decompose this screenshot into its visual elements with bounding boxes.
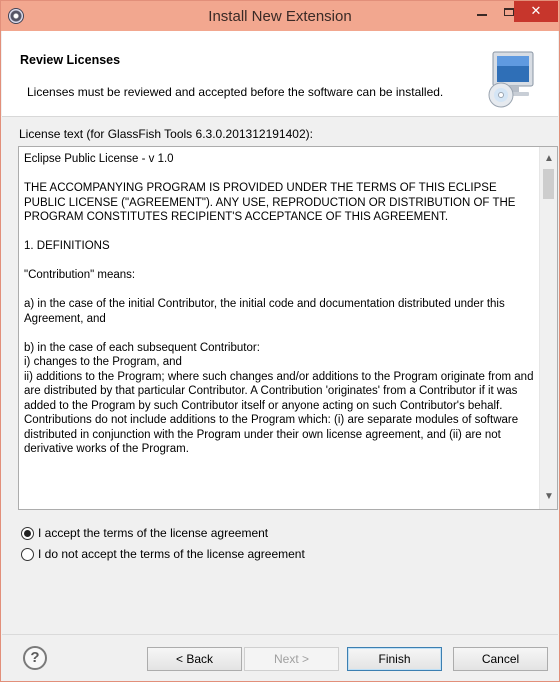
minimize-button[interactable] [468, 1, 495, 22]
decline-license-option[interactable]: I do not accept the terms of the license… [21, 546, 305, 562]
accept-radio-button[interactable] [21, 526, 34, 540]
finish-button[interactable]: Finish [347, 647, 442, 671]
license-text-label: License text (for GlassFish Tools 6.3.0.… [19, 127, 313, 141]
computer-cd-icon [488, 51, 534, 108]
wizard-header: Review Licenses Licenses must be reviewe… [2, 31, 558, 117]
help-button[interactable]: ? [23, 646, 47, 670]
accept-label: I accept the terms of the license agreem… [38, 526, 269, 540]
maximize-icon [503, 8, 514, 16]
cancel-button[interactable]: Cancel [453, 647, 548, 671]
footer-divider [2, 634, 558, 635]
install-extension-dialog: Install New Extension ✕ Review Licenses … [0, 0, 560, 682]
minimize-icon [476, 14, 487, 16]
next-button[interactable]: Next > [244, 647, 339, 671]
close-icon: ✕ [530, 3, 542, 18]
accept-license-option[interactable]: I accept the terms of the license agreem… [21, 525, 268, 541]
decline-radio-button[interactable] [21, 547, 34, 561]
license-text-area[interactable]: Eclipse Public License - v 1.0 THE ACCOM… [18, 146, 558, 510]
page-title: Review Licenses [20, 53, 121, 67]
back-button[interactable]: < Back [147, 647, 242, 671]
scroll-up-arrow-icon[interactable]: ▲ [540, 150, 558, 168]
title-bar[interactable]: Install New Extension ✕ [1, 1, 559, 31]
decline-label: I do not accept the terms of the license… [38, 547, 305, 561]
scroll-thumb[interactable] [543, 169, 554, 199]
page-description: Licenses must be reviewed and accepted b… [27, 85, 444, 99]
close-button[interactable]: ✕ [514, 1, 558, 22]
license-text: Eclipse Public License - v 1.0 THE ACCOM… [24, 153, 534, 455]
scroll-down-arrow-icon[interactable]: ▼ [540, 488, 558, 506]
license-scrollbar[interactable]: ▲ ▼ [539, 147, 557, 509]
